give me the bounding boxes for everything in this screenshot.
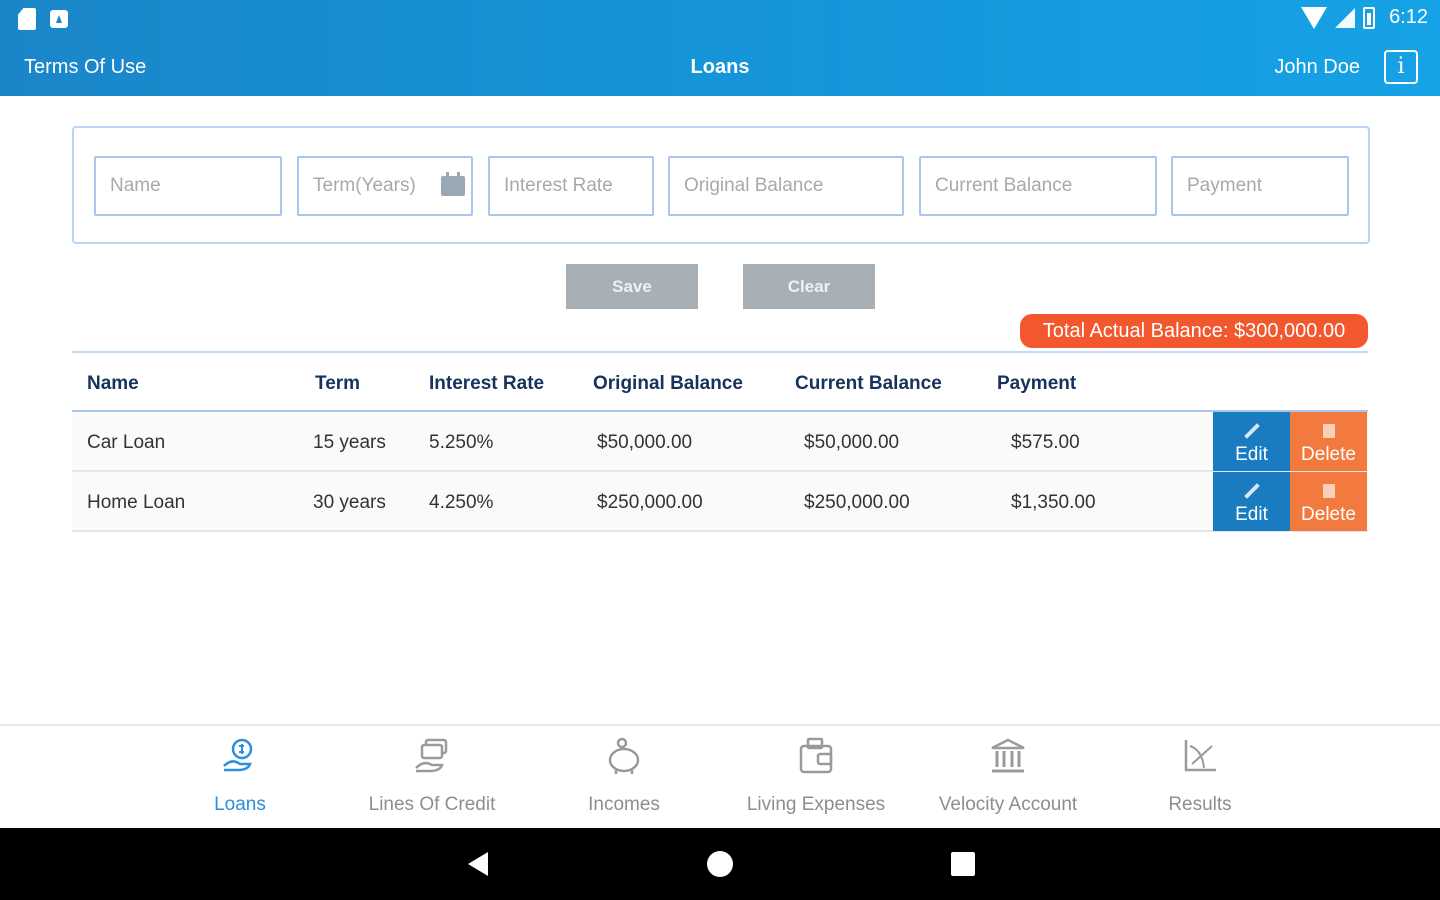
nav-item-living-expenses[interactable]: Living Expenses (720, 726, 912, 830)
status-time: 6:12 (1389, 6, 1428, 28)
loan-term: 15 years (313, 432, 386, 453)
column-header-current-balance: Current Balance (795, 373, 942, 394)
edit-button[interactable]: Edit (1213, 412, 1290, 471)
info-icon[interactable]: i (1384, 50, 1418, 84)
nav-item-lines-of-credit[interactable]: Lines Of Credit (336, 726, 528, 830)
name-input[interactable] (94, 156, 282, 216)
column-header-payment: Payment (997, 373, 1077, 394)
user-name[interactable]: John Doe (1274, 56, 1360, 79)
sd-card-icon (18, 8, 36, 30)
edit-button[interactable]: Edit (1213, 472, 1290, 531)
hand-cards-icon (415, 738, 448, 773)
edit-label: Edit (1235, 503, 1268, 525)
column-header-term: Term (315, 373, 361, 394)
interest-rate-input[interactable] (488, 156, 654, 216)
nav-label: Velocity Account (938, 794, 1078, 815)
loan-current-balance: $50,000.00 (804, 432, 900, 453)
bottom-navigation: Loans Lines Of Credit Incomes Living Exp… (0, 724, 1440, 828)
battery-icon (1363, 6, 1376, 29)
table-row: Car Loan 15 years 5.250% $50,000.00 $50,… (72, 412, 1368, 472)
loan-name: Car Loan (87, 432, 166, 453)
loan-interest-rate: 5.250% (429, 432, 494, 453)
nav-label: Loans (214, 794, 266, 815)
loan-entry-form (72, 126, 1370, 244)
column-header-original-balance: Original Balance (593, 373, 743, 394)
loan-original-balance: $250,000.00 (597, 492, 703, 513)
nav-label: Lines Of Credit (368, 794, 496, 815)
pencil-icon (1243, 422, 1260, 439)
nav-item-incomes[interactable]: Incomes (528, 726, 720, 830)
delete-label: Delete (1301, 443, 1356, 465)
nav-item-velocity-account[interactable]: Velocity Account (912, 726, 1104, 830)
nav-item-loans[interactable]: Loans (144, 726, 336, 830)
wifi-icon (1301, 6, 1328, 29)
delete-button[interactable]: Delete (1290, 412, 1367, 471)
table-row: Home Loan 30 years 4.250% $250,000.00 $2… (72, 472, 1368, 532)
loan-name: Home Loan (87, 492, 186, 513)
nav-label: Living Expenses (746, 794, 886, 815)
trash-icon (1322, 423, 1335, 438)
column-header-interest-rate: Interest Rate (429, 373, 545, 394)
current-balance-input[interactable] (919, 156, 1157, 216)
loan-interest-rate: 4.250% (429, 492, 494, 513)
loan-original-balance: $50,000.00 (597, 432, 693, 453)
nav-label: Results (1168, 794, 1232, 815)
column-header-name: Name (87, 373, 139, 394)
app-header: 6:12 Terms Of Use Loans John Doe i (0, 0, 1440, 96)
bank-icon (991, 738, 1025, 773)
original-balance-input[interactable] (668, 156, 904, 216)
delete-label: Delete (1301, 503, 1356, 525)
terms-of-use-link[interactable]: Terms Of Use (24, 56, 146, 79)
loan-term: 30 years (313, 492, 386, 513)
hand-coin-icon (223, 738, 253, 772)
recent-apps-icon[interactable] (951, 852, 975, 876)
loan-payment: $575.00 (1011, 432, 1080, 453)
edit-label: Edit (1235, 443, 1268, 465)
home-icon[interactable] (707, 851, 733, 877)
trash-icon (1322, 483, 1335, 498)
back-icon[interactable] (468, 852, 488, 876)
page-title: Loans (690, 56, 750, 78)
calendar-icon[interactable] (441, 172, 465, 196)
chart-icon (1184, 740, 1216, 772)
payment-input[interactable] (1171, 156, 1349, 216)
pencil-icon (1243, 482, 1260, 499)
piggy-bank-icon (608, 737, 640, 774)
save-button[interactable]: Save (566, 264, 698, 309)
signal-icon (1335, 7, 1356, 28)
wallet-icon (799, 737, 833, 774)
total-balance-badge: Total Actual Balance: $300,000.00 (1020, 314, 1368, 348)
delete-button[interactable]: Delete (1290, 472, 1367, 531)
nav-item-results[interactable]: Results (1104, 726, 1296, 830)
loan-payment: $1,350.00 (1011, 492, 1096, 513)
clear-button[interactable]: Clear (743, 264, 875, 309)
nav-label: Incomes (588, 794, 660, 815)
table-header: Name Term Interest Rate Original Balance… (72, 353, 1368, 411)
loan-current-balance: $250,000.00 (804, 492, 910, 513)
status-bar: 6:12 (0, 0, 1440, 38)
app-notification-icon (50, 10, 68, 28)
